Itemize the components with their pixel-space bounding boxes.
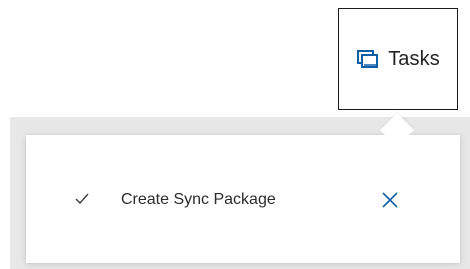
tasks-stack-icon (356, 49, 380, 69)
dismiss-task-button[interactable] (376, 186, 404, 214)
page: Tasks Create Sync Package (0, 0, 470, 269)
check-icon (74, 190, 90, 206)
task-label: Create Sync Package (121, 191, 276, 208)
task-row: Create Sync Package (26, 170, 460, 230)
close-icon (381, 191, 399, 209)
tasks-button[interactable]: Tasks (338, 8, 458, 110)
tasks-label: Tasks (388, 47, 440, 70)
